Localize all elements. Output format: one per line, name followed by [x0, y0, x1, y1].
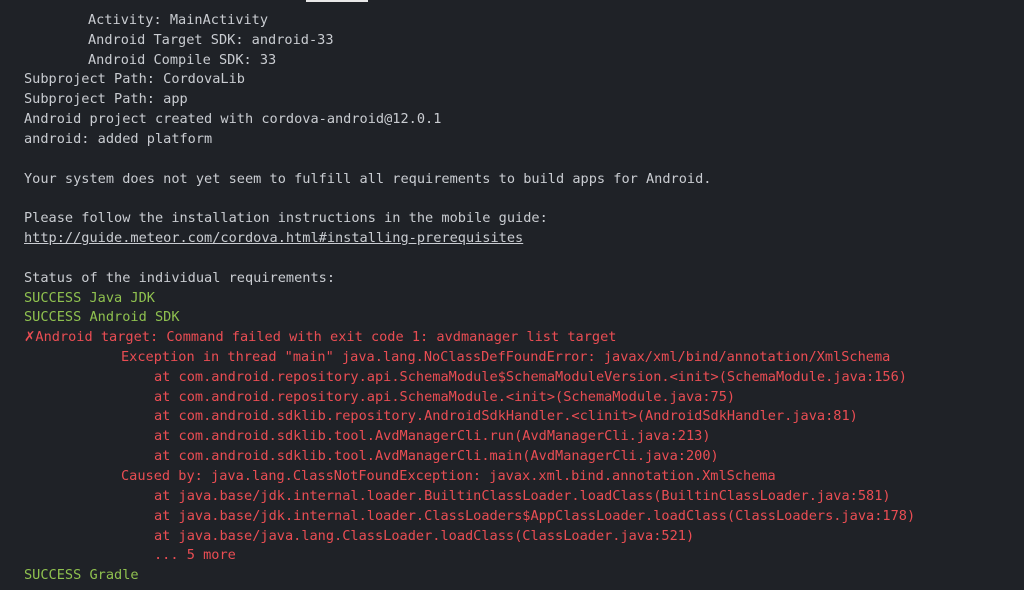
stack-trace-line: at com.android.sdklib.repository.Android… — [154, 408, 858, 424]
stack-trace-line: at java.base/jdk.internal.loader.ClassLo… — [154, 508, 916, 524]
output-line: Subproject Path: app — [24, 91, 188, 107]
output-line: Android project created with cordova-and… — [24, 111, 442, 127]
status-heading: Status of the individual requirements: — [24, 270, 335, 286]
failure-text: Android target: Command failed with exit… — [35, 329, 617, 345]
output-line: android: added platform — [24, 131, 213, 147]
stack-trace-line: at java.base/jdk.internal.loader.Builtin… — [154, 488, 891, 504]
stack-trace-line: ... 5 more — [154, 547, 236, 563]
guide-link[interactable]: http://guide.meteor.com/cordova.html#ins… — [24, 228, 523, 248]
instructions-message: Please follow the installation instructi… — [24, 210, 548, 226]
cursor-indicator — [306, 0, 368, 2]
status-success-line: SUCCESS Android SDK — [24, 309, 180, 325]
status-success-line: SUCCESS Java JDK — [24, 290, 155, 306]
requirements-message: Your system does not yet seem to fulfill… — [24, 171, 712, 187]
terminal-window[interactable]: Activity: MainActivity Android Target SD… — [0, 0, 1024, 590]
output-line: Android Compile SDK: 33 — [88, 52, 277, 68]
output-line: Activity: MainActivity — [88, 12, 269, 28]
stack-trace-line: at java.base/java.lang.ClassLoader.loadC… — [154, 528, 695, 544]
stack-trace-line: at com.android.sdklib.tool.AvdManagerCli… — [154, 428, 711, 444]
stack-trace-line: Exception in thread "main" java.lang.NoC… — [121, 349, 891, 365]
stack-trace-line: at com.android.sdklib.tool.AvdManagerCli… — [154, 448, 719, 464]
output-line: Android Target SDK: android-33 — [88, 32, 334, 48]
cross-icon: ✗ — [24, 329, 36, 345]
stack-trace-line: at com.android.repository.api.SchemaModu… — [154, 369, 907, 385]
status-failure-line: ✗Android target: Command failed with exi… — [24, 327, 616, 347]
status-success-line: SUCCESS Gradle — [24, 567, 139, 583]
stack-trace-line: at com.android.repository.api.SchemaModu… — [154, 389, 736, 405]
stack-trace-line: Caused by: java.lang.ClassNotFoundExcept… — [121, 468, 776, 484]
output-line: Subproject Path: CordovaLib — [24, 71, 245, 87]
